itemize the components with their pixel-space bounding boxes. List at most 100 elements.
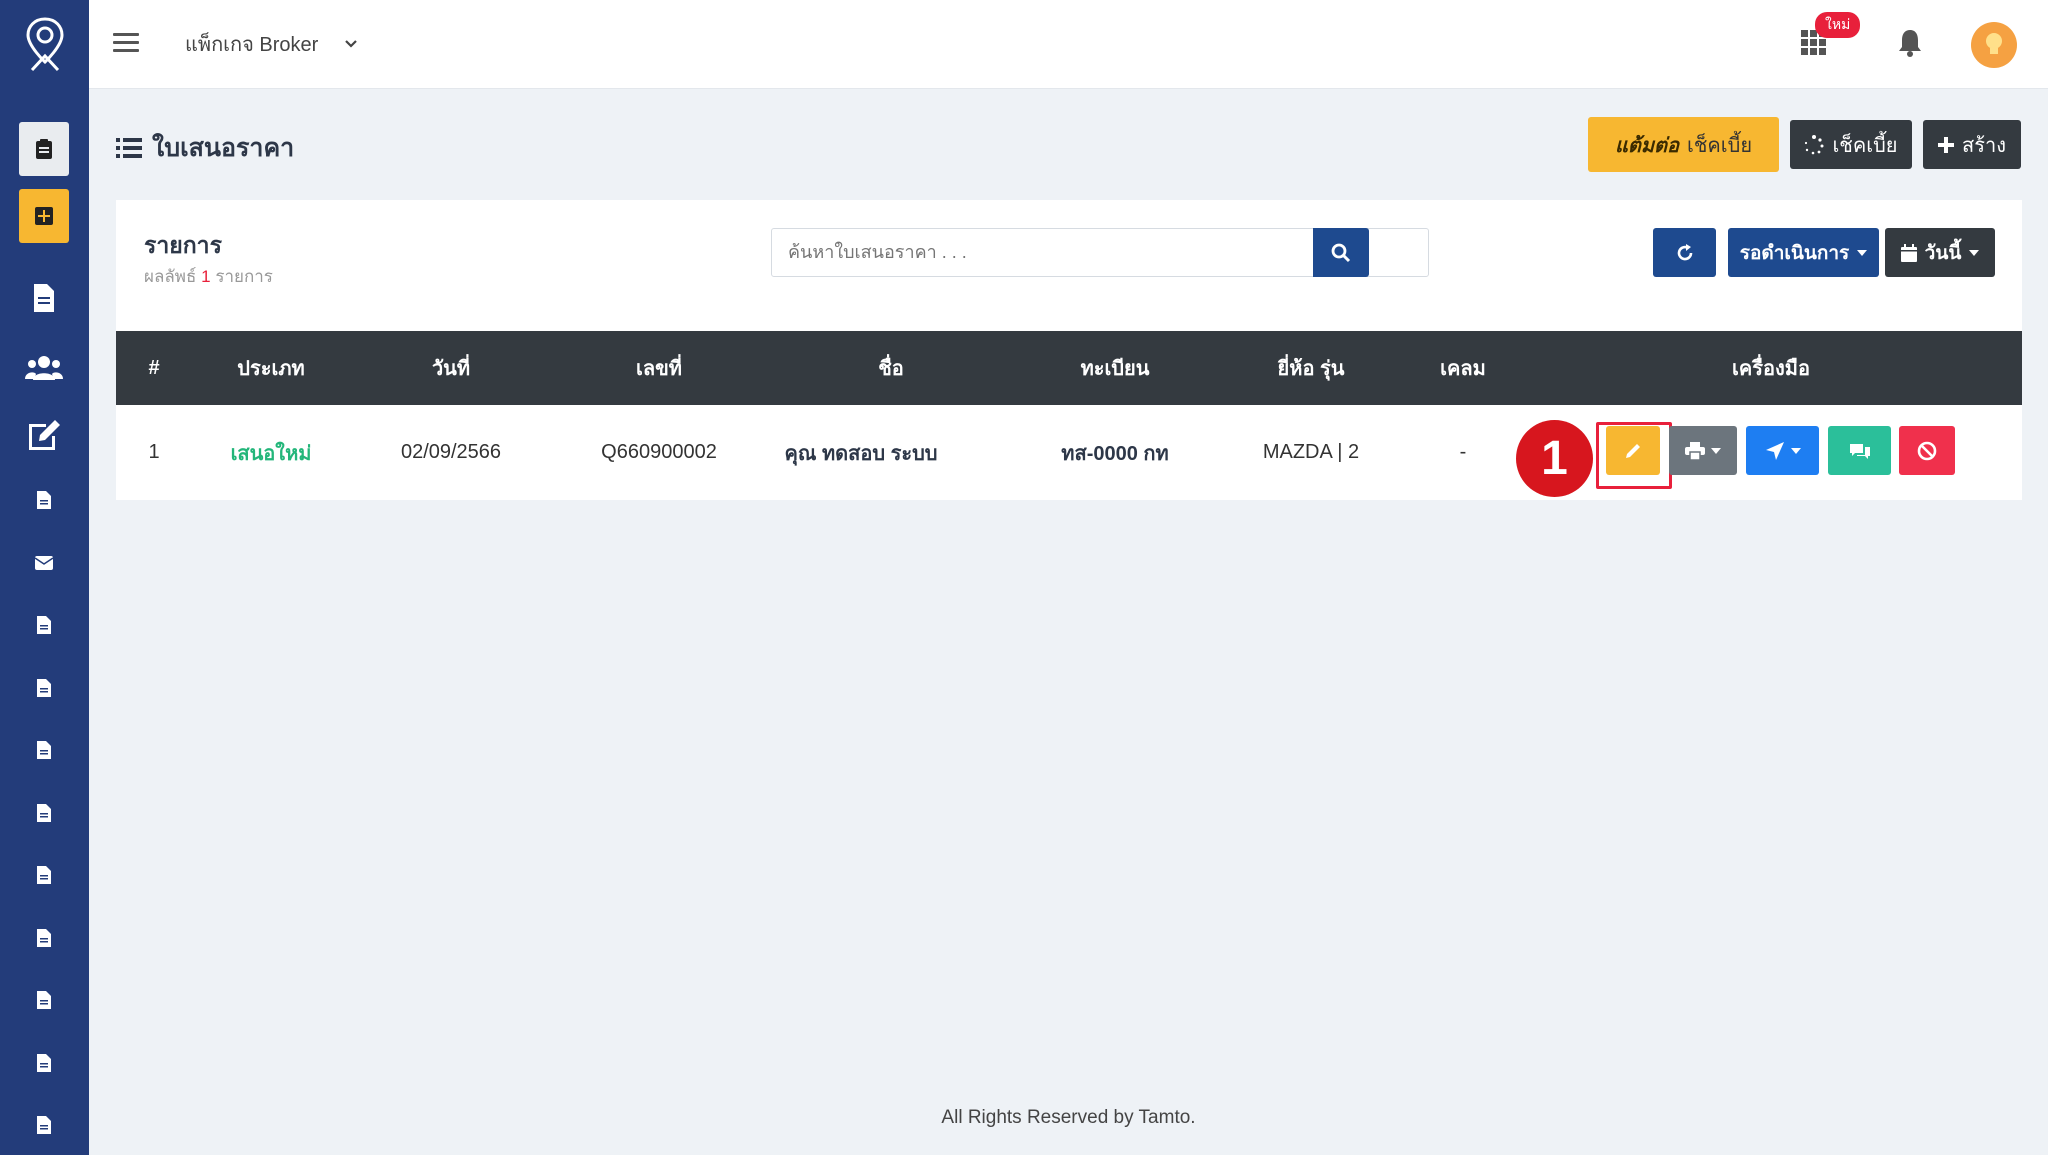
menu-toggle-icon[interactable] [113, 33, 139, 53]
result-summary: ผลลัพธ์ 1 รายการ [144, 263, 273, 290]
app-logo-icon[interactable] [24, 16, 66, 74]
cell-plate: ทส-0000 กท [1061, 442, 1169, 465]
page-title-text: ใบเสนอราคา [152, 134, 295, 162]
tamto-brand-logo: แต้มต่อ [1614, 134, 1679, 157]
avatar[interactable] [1971, 22, 2017, 68]
caret-down-icon [1790, 447, 1801, 454]
plus-icon [1938, 136, 1955, 153]
printer-icon [1685, 441, 1705, 460]
column-header-number: เลขที่ [636, 358, 682, 380]
sidebar-item-file-4[interactable] [24, 730, 64, 770]
send-dropdown-button[interactable] [1746, 426, 1819, 475]
column-header-index: # [148, 356, 160, 379]
file-icon [37, 1116, 51, 1134]
check-premium-button[interactable]: เช็คเบี้ย [1790, 120, 1912, 169]
location-arrow-icon [1765, 441, 1784, 460]
sidebar-item-edit[interactable] [24, 415, 64, 455]
sidebar-item-file-3[interactable] [24, 668, 64, 708]
footer-text: All Rights Reserved by Tamto. [941, 1107, 1196, 1128]
sidebar-item-file-1[interactable] [24, 480, 64, 520]
sidebar-item-mail[interactable] [24, 543, 64, 583]
comments-icon [1849, 443, 1870, 459]
file-icon [37, 616, 51, 634]
search-icon [1331, 243, 1351, 262]
file-icon [37, 679, 51, 697]
date-filter-dropdown[interactable]: วันนี้ [1885, 228, 1995, 277]
chevron-down-icon [345, 40, 358, 48]
cell-number: Q660900002 [601, 441, 717, 463]
file-text-icon [34, 284, 54, 312]
sidebar-item-file-9[interactable] [24, 1043, 64, 1083]
sidebar-item-file-6[interactable] [24, 855, 64, 895]
sidebar-item-file-5[interactable] [24, 793, 64, 833]
cell-brand-model: MAZDA | 2 [1262, 441, 1360, 463]
print-dropdown-button[interactable] [1669, 426, 1737, 475]
users-icon [25, 356, 63, 380]
refresh-button[interactable] [1653, 228, 1716, 277]
table-header: # ประเภท วันที่ เลขที่ ชื่อ ทะเบียน ยี่ห… [116, 331, 2022, 405]
column-header-name: ชื่อ [878, 358, 904, 380]
file-icon [37, 866, 51, 884]
bell-icon[interactable] [1897, 28, 1923, 63]
edit-button-highlight [1596, 422, 1672, 489]
edit-square-icon [29, 420, 60, 450]
envelope-icon [34, 556, 54, 570]
comments-button[interactable] [1828, 426, 1891, 475]
file-icon [37, 991, 51, 1009]
caret-down-icon [1711, 447, 1721, 454]
column-header-claim: เคลม [1440, 358, 1486, 380]
check-premium-label: เช็คเบี้ย [1832, 134, 1898, 157]
package-label: แพ็กเกจ Broker [185, 34, 319, 56]
tamto-check-premium-button[interactable]: แต้มต่อ เช็คเบี้ย [1588, 117, 1779, 172]
file-icon [37, 491, 51, 509]
card-title: รายการ [144, 232, 222, 258]
cell-name: คุณ ทดสอบ ระบบ [784, 442, 938, 465]
sidebar-item-file-10[interactable] [24, 1105, 64, 1145]
quotation-list-card: รายการ ผลลัพธ์ 1 รายการ รอดำเนินการ วันน… [116, 200, 2022, 500]
column-header-date: วันที่ [431, 358, 471, 380]
step-number-badge: 1 [1516, 420, 1593, 497]
result-count: 1 [201, 267, 211, 286]
cell-date: 02/09/2566 [400, 441, 502, 463]
sidebar-item-add[interactable] [19, 189, 69, 243]
calendar-icon [1900, 243, 1917, 262]
search-button[interactable] [1313, 228, 1369, 277]
column-header-plate: ทะเบียน [1080, 358, 1150, 380]
caret-down-icon [1857, 249, 1868, 256]
cancel-button[interactable] [1899, 426, 1955, 475]
package-selector[interactable]: แพ็กเกจ Broker [185, 28, 358, 60]
column-header-tools: เครื่องมือ [1732, 358, 1810, 380]
file-icon [37, 804, 51, 822]
create-label: สร้าง [1962, 134, 2006, 157]
page-title: ใบเสนอราคา [116, 128, 294, 168]
cell-claim: - [1459, 441, 1467, 463]
result-suffix: รายการ [215, 267, 273, 286]
file-icon [37, 1054, 51, 1072]
date-filter-label: วันนี้ [1924, 242, 1962, 264]
clipboard-icon [36, 139, 52, 159]
cell-index: 1 [148, 441, 160, 463]
file-icon [37, 929, 51, 947]
status-filter-dropdown[interactable]: รอดำเนินการ [1728, 228, 1879, 277]
sidebar-item-file-2[interactable] [24, 605, 64, 645]
sidebar-item-file-8[interactable] [24, 980, 64, 1020]
create-button[interactable]: สร้าง [1923, 120, 2021, 169]
file-icon [37, 741, 51, 759]
sidebar-item-quotations[interactable] [19, 122, 69, 176]
top-header: แพ็กเกจ Broker ใหม่ [89, 0, 2048, 89]
sidebar-item-file-7[interactable] [24, 918, 64, 958]
lightbulb-icon [1986, 33, 2002, 54]
plus-square-icon [35, 207, 53, 225]
tamto-check-label: เช็คเบี้ย [1687, 134, 1753, 157]
refresh-icon [1677, 243, 1692, 260]
sidebar-item-customers[interactable] [24, 348, 64, 388]
column-header-brand-model: ยี่ห้อ รุ่น [1277, 358, 1345, 380]
caret-down-icon [1969, 249, 1980, 256]
column-header-type: ประเภท [237, 358, 305, 380]
sidebar-item-documents[interactable] [24, 278, 64, 318]
ban-icon [1917, 441, 1937, 460]
spinner-icon [1805, 134, 1824, 154]
sidebar [0, 0, 89, 1155]
new-badge: ใหม่ [1815, 12, 1861, 38]
status-filter-label: รอดำเนินการ [1739, 242, 1850, 264]
